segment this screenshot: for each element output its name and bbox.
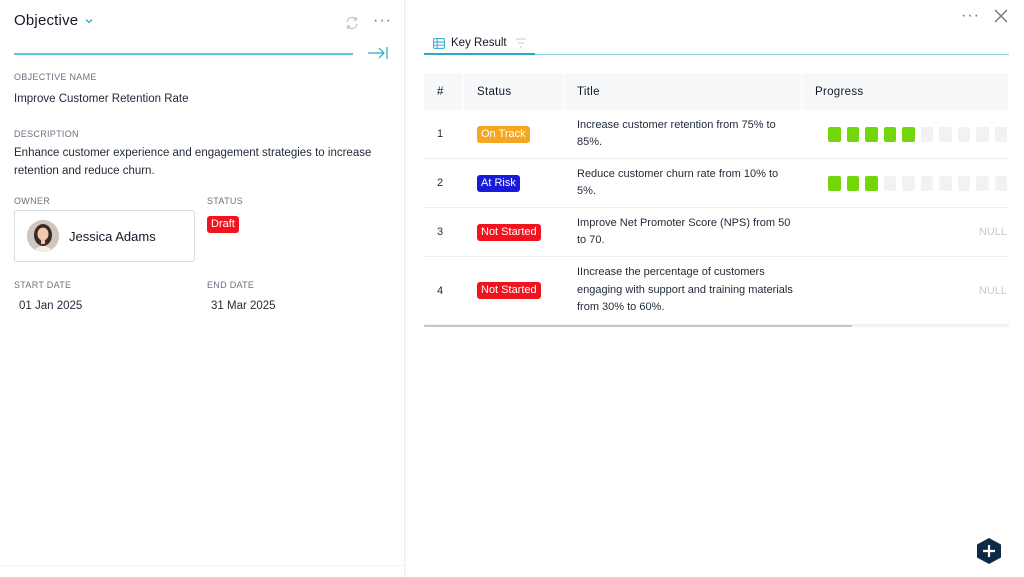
more-options-icon[interactable]: ··· <box>373 13 392 29</box>
status-badge[interactable]: At Risk <box>477 174 520 192</box>
row-number: 3 <box>437 226 444 238</box>
scrollbar-thumb[interactable] <box>424 325 852 327</box>
progress-segment-filled <box>865 126 878 142</box>
progress-segment-empty <box>994 126 1007 142</box>
column-header[interactable]: Progress <box>802 73 1009 110</box>
table-row[interactable]: 1 On Track Increase customer retention fro… <box>424 110 1009 159</box>
progress-segment-empty <box>976 126 989 142</box>
tab-key-result[interactable]: Key Result <box>424 33 535 55</box>
owner-label: OWNER <box>14 196 50 206</box>
close-icon[interactable] <box>994 9 1008 23</box>
progress-segment-filled <box>865 175 878 191</box>
objective-name: Improve Customer Retention Rate <box>14 93 189 105</box>
progress-segment-filled <box>883 126 896 142</box>
progress-cell: NULL <box>802 257 1009 324</box>
start-date-label: START DATE <box>14 280 72 290</box>
key-result-panel: ··· Key Result # Status Title Progress 1… <box>406 0 1024 577</box>
progress-cell <box>802 110 1009 158</box>
progress-segment-empty <box>883 175 896 191</box>
tab-label: Key Result <box>451 37 507 49</box>
progress-segment-empty <box>920 126 933 142</box>
row-number: 2 <box>437 177 444 189</box>
progress-segment-filled <box>828 126 841 142</box>
row-status-cell: On Track <box>464 110 564 158</box>
collapse-right-icon[interactable] <box>367 45 389 61</box>
progress-cell <box>802 159 1009 207</box>
progress-segment-filled <box>902 126 915 142</box>
end-date-label: END DATE <box>207 280 255 290</box>
objective-name-label: OBJECTIVE NAME <box>14 72 97 82</box>
column-header[interactable]: Title <box>564 73 802 110</box>
progress-segment-filled <box>828 175 841 191</box>
progress-segment-empty <box>994 175 1007 191</box>
progress-segment-empty <box>939 175 952 191</box>
key-result-title[interactable]: Improve Net Promoter Score (NPS) from 50… <box>564 208 802 256</box>
table-row[interactable]: 4 Not Started IIncrease the percentage of … <box>424 257 1009 325</box>
description-label: DESCRIPTION <box>14 129 79 139</box>
table-header: # Status Title Progress <box>424 73 1009 110</box>
progress-segment-filled <box>846 126 859 142</box>
row-status-cell: At Risk <box>464 159 564 207</box>
progress-segment-empty <box>902 175 915 191</box>
status-badge[interactable]: Draft <box>207 216 239 233</box>
progress-segment-empty <box>957 126 970 142</box>
progress-segment-empty <box>939 126 952 142</box>
progress-bar <box>828 126 1007 142</box>
column-header[interactable]: # <box>424 73 464 110</box>
table-body: 1 On Track Increase customer retention fro… <box>424 110 1009 325</box>
column-header[interactable]: Status <box>464 73 564 110</box>
row-status-cell: Not Started <box>464 208 564 256</box>
status-badge[interactable]: Not Started <box>477 282 541 299</box>
table-icon <box>433 37 445 49</box>
progress-null-text: NULL <box>978 226 1007 238</box>
more-options-icon[interactable]: ··· <box>961 8 980 24</box>
owner-card[interactable]: Jessica Adams <box>14 210 195 262</box>
objective-panel: Objective ··· OBJECTIVE NAME Improve Cus… <box>0 0 405 577</box>
status-badge-wrap: Draft <box>207 214 239 233</box>
status-badge[interactable]: Not Started <box>477 223 541 241</box>
objective-divider <box>14 53 353 55</box>
table-row[interactable]: 2 At Risk Reduce customer churn rate from … <box>424 159 1009 208</box>
table-row[interactable]: 3 Not Started Improve Net Promoter Score (… <box>424 208 1009 257</box>
key-result-title[interactable]: Reduce customer churn rate from 10% to 5… <box>564 159 802 207</box>
objective-description: Enhance customer experience and engageme… <box>14 147 372 177</box>
row-status-cell: Not Started <box>464 257 564 324</box>
end-date[interactable]: 31 Mar 2025 <box>211 300 276 312</box>
row-number: 4 <box>437 284 444 297</box>
add-button[interactable] <box>976 537 1002 565</box>
key-result-title[interactable]: Increase customer retention from 75% to … <box>564 110 802 158</box>
key-result-table: # Status Title Progress 1 On Track Increas… <box>424 73 1009 325</box>
progress-segment-empty <box>957 175 970 191</box>
progress-segment-empty <box>976 175 989 191</box>
horizontal-scrollbar[interactable] <box>424 325 1009 327</box>
chevron-down-icon <box>85 18 93 23</box>
panel-title: Objective <box>14 12 79 29</box>
progress-segment-filled <box>846 175 859 191</box>
progress-segment-empty <box>920 175 933 191</box>
status-label: STATUS <box>207 196 243 206</box>
refresh-icon[interactable] <box>344 15 360 31</box>
avatar <box>27 220 59 252</box>
progress-null-text: NULL <box>978 284 1007 297</box>
panel-footer <box>0 565 405 577</box>
row-number: 1 <box>437 128 444 140</box>
objective-title-dropdown[interactable]: Objective <box>14 12 94 29</box>
progress-cell: NULL <box>802 208 1009 256</box>
key-result-title[interactable]: IIncrease the percentage of customers en… <box>564 257 802 324</box>
start-date[interactable]: 01 Jan 2025 <box>19 300 82 312</box>
owner-name: Jessica Adams <box>69 228 156 244</box>
status-badge[interactable]: On Track <box>477 125 530 143</box>
tab-bar: Key Result <box>424 33 1009 55</box>
progress-bar <box>828 175 1007 191</box>
filter-icon[interactable] <box>515 37 527 49</box>
